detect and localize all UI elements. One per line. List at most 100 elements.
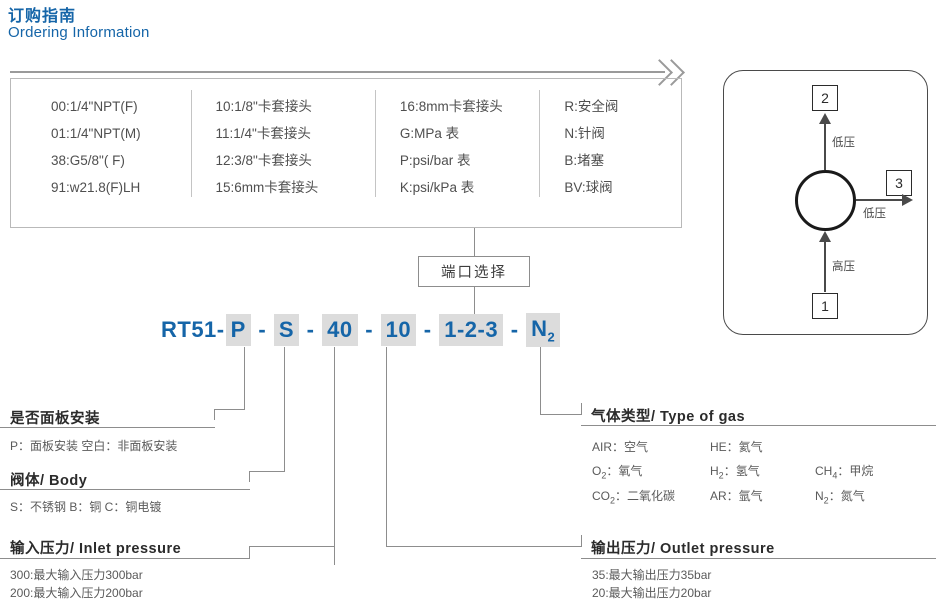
connector-body-v <box>284 347 285 471</box>
model-gas-symbol: N <box>531 315 548 341</box>
option-item: B:堵塞 <box>564 153 605 168</box>
option-item: P:psi/bar 表 <box>399 153 471 168</box>
connector-inlet-h <box>249 546 335 547</box>
legend-title-inlet-pressure: 输入压力/ Inlet pressure <box>10 541 182 557</box>
gas-name: ：氮气 <box>828 488 865 503</box>
arrow-head-up-icon <box>819 231 831 242</box>
port-selection-connector-bottom <box>474 287 475 315</box>
legend-body-panel-mount: P：面板安装 空白：非面板安装 <box>10 439 178 453</box>
legend-body-body-material: S：不锈钢 B：铜 C：铜电镀 <box>10 500 162 514</box>
option-item: 01:1/4"NPT(M) <box>51 126 141 141</box>
connector-body-h <box>249 471 285 472</box>
gas-symbol: AIR <box>592 440 613 454</box>
legend-title-body: 阀体/ Body <box>10 473 88 489</box>
connector-gas-v <box>540 347 541 414</box>
options-column-compression-fittings: 10:1/8"卡套接头 11:1/4"卡套接头 12:3/8"卡套接头 15:6… <box>190 79 375 227</box>
option-item: 38:G5/8"( F) <box>51 153 125 168</box>
connector-outlet-v <box>386 347 387 546</box>
legend-rule-gas-type <box>581 425 936 426</box>
legend-line: 300:最大输入压力300bar <box>10 568 143 582</box>
gas-entry: N2：氮气 <box>815 486 920 510</box>
option-item: BV:球阀 <box>564 180 613 195</box>
gas-entry: CH4：甲烷 <box>815 461 920 485</box>
gas-name: ：氢气 <box>723 464 760 479</box>
port-number-3: 3 <box>886 170 912 196</box>
port-selection-connector-top <box>474 228 475 256</box>
gas-row: CO2：二氧化碳 AR：氩气 N2：氮气 <box>592 486 920 510</box>
legend-line: 35:最大输出压力35bar <box>592 568 712 582</box>
legend-rule-body <box>0 489 250 490</box>
legend-rule-outlet-pressure <box>581 558 936 559</box>
option-item: 00:1/4"NPT(F) <box>51 99 138 114</box>
gas-row: AIR：空气 HE：氦气 <box>592 437 920 461</box>
option-item: 91:w21.8(F)LH <box>51 180 141 195</box>
legend-line: 200:最大输入压力200bar <box>10 586 143 600</box>
gas-name: ：氩气 <box>726 488 763 503</box>
gas-symbol: N <box>815 488 824 503</box>
option-item: K:psi/kPa 表 <box>399 180 475 195</box>
model-segment-gas-type: N2 <box>526 312 561 348</box>
option-item: 11:1/4"卡套接头 <box>215 126 311 141</box>
model-segment-body: S <box>273 314 300 346</box>
model-code-string: RT51- P - S - 40 - 10 - 1-2-3 - N2 <box>160 312 561 348</box>
model-segment-panel-mount: P <box>225 314 251 346</box>
connector-panel-mount-drop <box>214 409 215 420</box>
arrow-shaft-bottom <box>824 240 826 292</box>
gas-entry <box>815 437 920 461</box>
legend-title-panel-mount: 是否面板安装 <box>10 411 100 427</box>
legend-rule-inlet-pressure <box>0 558 250 559</box>
model-segment-outlet-pressure: 10 <box>380 314 417 346</box>
gas-entry: CO2：二氧化碳 <box>592 486 710 510</box>
gas-symbol: AR <box>710 488 727 503</box>
option-item: N:针阀 <box>564 126 605 141</box>
connector-panel-mount-v <box>244 347 245 409</box>
schematic-label-right: 低压 <box>863 208 886 220</box>
gas-symbol: H <box>710 464 719 479</box>
legend-body-inlet-pressure: 300:最大输入压力300bar 200:最大输入压力200bar <box>10 566 143 602</box>
model-separator: - <box>251 317 273 342</box>
model-segment-prefix: RT51- <box>161 317 225 342</box>
port-selection-box: 端口选择 <box>418 256 530 287</box>
option-item: R:安全阀 <box>564 99 619 114</box>
model-separator: - <box>300 317 322 342</box>
options-table: 00:1/4"NPT(F) 01:1/4"NPT(M) 38:G5/8"( F)… <box>10 78 682 228</box>
arrow-head-up-icon <box>819 113 831 124</box>
option-item: G:MPa 表 <box>399 126 460 141</box>
legend-line: 20:最大输出压力20bar <box>592 586 712 600</box>
legend-body-gas-type: AIR：空气 HE：氦气 O2：氧气 H2：氢气 CH4：甲烷 CO2：二氧化碳… <box>592 437 920 510</box>
port-number-2: 2 <box>812 85 838 111</box>
gas-entry: AIR：空气 <box>592 437 710 461</box>
model-separator: - <box>417 317 439 342</box>
connector-gas-h <box>540 414 581 415</box>
connector-outlet-h <box>386 546 581 547</box>
option-item: 15:6mm卡套接头 <box>215 180 319 195</box>
gas-entry: AR：氩气 <box>710 486 815 510</box>
gas-entry: H2：氢气 <box>710 461 815 485</box>
model-segment-ports: 1-2-3 <box>439 314 504 346</box>
options-column-port-threads: 00:1/4"NPT(F) 01:1/4"NPT(M) 38:G5/8"( F)… <box>11 79 191 227</box>
gas-symbol: O <box>592 464 602 479</box>
legend-title-gas-type: 气体类型/ Type of gas <box>591 409 746 425</box>
model-separator: - <box>504 317 526 342</box>
port-selection-label: 端口选择 <box>441 265 507 281</box>
top-arrow-rule <box>10 71 665 73</box>
page-title-cn: 订购指南 <box>8 8 77 25</box>
connector-gas-drop <box>581 403 582 415</box>
gas-symbol: HE <box>710 440 727 454</box>
option-item: 16:8mm卡套接头 <box>399 99 503 114</box>
gas-symbol: CH <box>815 464 833 479</box>
gas-name: ：二氧化碳 <box>615 488 676 503</box>
options-column-valves: R:安全阀 N:针阀 B:堵塞 BV:球阀 <box>539 79 681 227</box>
gas-symbol: CO <box>592 488 610 503</box>
legend-body-outlet-pressure: 35:最大输出压力35bar 20:最大输出压力20bar <box>592 566 711 602</box>
model-gas-subscript: 2 <box>547 329 556 345</box>
gas-name: ：氧气 <box>606 464 643 479</box>
schematic-label-top: 低压 <box>832 137 855 149</box>
connector-body-drop <box>249 471 250 482</box>
gas-entry: O2：氧气 <box>592 461 710 485</box>
options-column-gauges: 16:8mm卡套接头 G:MPa 表 P:psi/bar 表 K:psi/kPa… <box>374 79 540 227</box>
option-item: 10:1/8"卡套接头 <box>215 99 312 114</box>
gas-row: O2：氧气 H2：氢气 CH4：甲烷 <box>592 461 920 485</box>
legend-rule-panel-mount <box>0 427 215 428</box>
gas-name: ：氦气 <box>726 440 763 454</box>
